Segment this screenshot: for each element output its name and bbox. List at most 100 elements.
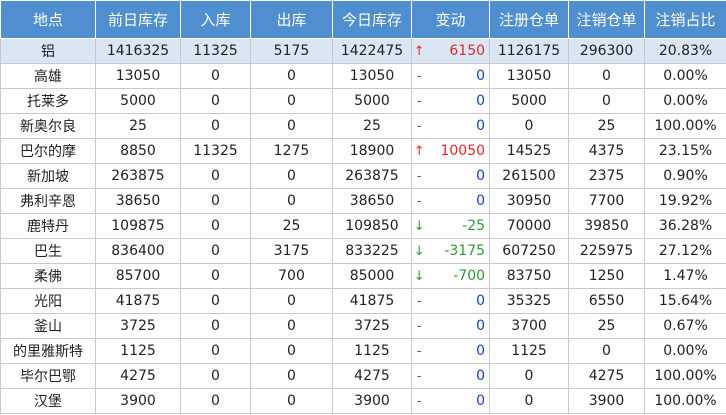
- cell-cancelled: 296300: [568, 38, 646, 64]
- cell-cancelled: 225975: [568, 238, 646, 264]
- cell-prev-stock: 1416325: [95, 38, 181, 64]
- change-arrow-icon: ↑: [411, 138, 426, 164]
- cell-today-stock: 38650: [332, 188, 412, 214]
- cell-cancel-ratio: 0.00%: [644, 338, 726, 364]
- cell-location: 釜山: [0, 313, 96, 339]
- cell-cancelled: 0: [568, 88, 646, 114]
- cell-registered: 70000: [489, 213, 570, 239]
- change-arrow-icon: ↑: [411, 38, 426, 64]
- cell-cancelled: 7700: [568, 188, 646, 214]
- cell-change: 0: [425, 313, 491, 339]
- cell-change: 0: [425, 188, 491, 214]
- cell-change: 0: [425, 63, 491, 89]
- cell-inbound: 11325: [180, 138, 251, 164]
- cell-location: 托莱多: [0, 88, 96, 114]
- cell-change: 0: [425, 388, 491, 414]
- cell-registered: 261500: [489, 163, 570, 189]
- header-prev-stock: 前日库存: [95, 0, 181, 39]
- cell-outbound: 0: [250, 288, 333, 314]
- cell-cancelled: 25: [568, 313, 646, 339]
- cell-cancelled: 0: [568, 63, 646, 89]
- cell-inbound: 11325: [180, 38, 251, 64]
- cell-prev-stock: 3900: [95, 388, 181, 414]
- cell-cancelled: 4375: [568, 138, 646, 164]
- cell-today-stock: 3725: [332, 313, 412, 339]
- cell-cancel-ratio: 36.28%: [644, 213, 726, 239]
- cell-cancelled: 25: [568, 113, 646, 139]
- table-row: 铝 1416325 11325 5175 1422475 ↑ 6150 1126175 2963…: [0, 38, 726, 64]
- header-change: 变动: [410, 0, 491, 39]
- cell-today-stock: 5000: [332, 88, 412, 114]
- inventory-table: 地点 前日库存 入库 出库 今日库存 变动 注册仓单 注销仓单 注销占比 铝 14…: [0, 0, 726, 414]
- cell-today-stock: 1422475: [332, 38, 412, 64]
- table-row: 釜山 3725 0 0 3725-0 3700 25 0.67%: [0, 313, 726, 339]
- table-row: 汉堡 3900 0 0 3900-0 0 3900 100.00%: [0, 388, 726, 414]
- cell-cancel-ratio: 0.00%: [644, 88, 726, 114]
- change-arrow-icon: -: [411, 388, 426, 414]
- cell-location: 巴生: [0, 238, 96, 264]
- cell-prev-stock: 41875: [95, 288, 181, 314]
- cell-location: 的里雅斯特: [0, 338, 96, 364]
- cell-today-stock: 25: [332, 113, 412, 139]
- header-cancel-ratio: 注销占比: [644, 0, 726, 39]
- cell-change: 10050: [425, 138, 491, 164]
- cell-location: 光阳: [0, 288, 96, 314]
- table-row: 托莱多 5000 0 0 5000-0 5000 0 0.00%: [0, 88, 726, 114]
- cell-inbound: 0: [180, 113, 251, 139]
- change-arrow-icon: ↓: [411, 213, 426, 239]
- cell-today-stock: 1125: [332, 338, 412, 364]
- cell-cancel-ratio: 20.83%: [644, 38, 726, 64]
- cell-location: 铝: [0, 38, 96, 64]
- cell-registered: 13050: [489, 63, 570, 89]
- cell-inbound: 0: [180, 238, 251, 264]
- header-row: 地点 前日库存 入库 出库 今日库存 变动 注册仓单 注销仓单 注销占比: [0, 0, 726, 39]
- cell-today-stock: 41875: [332, 288, 412, 314]
- cell-registered: 14525: [489, 138, 570, 164]
- change-arrow-icon: ↓: [411, 238, 426, 264]
- cell-outbound: 0: [250, 388, 333, 414]
- table-row: 毕尔巴鄂 4275 0 0 4275-0 0 4275 100.00%: [0, 363, 726, 389]
- cell-cancel-ratio: 100.00%: [644, 113, 726, 139]
- cell-outbound: 0: [250, 88, 333, 114]
- cell-inbound: 0: [180, 388, 251, 414]
- cell-prev-stock: 4275: [95, 363, 181, 389]
- table-row: 新奥尔良 25 0 0 25-0 0 25 100.00%: [0, 113, 726, 139]
- cell-location: 汉堡: [0, 388, 96, 414]
- cell-registered: 0: [489, 363, 570, 389]
- cell-location: 新加坡: [0, 163, 96, 189]
- cell-prev-stock: 1125: [95, 338, 181, 364]
- cell-change: 0: [425, 338, 491, 364]
- cell-today-stock: 263875: [332, 163, 412, 189]
- cell-outbound: 0: [250, 113, 333, 139]
- table-row: 的里雅斯特 1125 0 0 1125-0 1125 0 0.00%: [0, 338, 726, 364]
- cell-location: 鹿特丹: [0, 213, 96, 239]
- cell-today-stock: 833225: [332, 238, 412, 264]
- cell-inbound: 0: [180, 363, 251, 389]
- cell-prev-stock: 8850: [95, 138, 181, 164]
- cell-cancel-ratio: 23.15%: [644, 138, 726, 164]
- cell-cancelled: 2375: [568, 163, 646, 189]
- change-arrow-icon: -: [411, 338, 426, 364]
- cell-today-stock: 4275: [332, 363, 412, 389]
- cell-prev-stock: 263875: [95, 163, 181, 189]
- cell-outbound: 25: [250, 213, 333, 239]
- cell-inbound: 0: [180, 163, 251, 189]
- cell-cancel-ratio: 0.00%: [644, 63, 726, 89]
- change-arrow-icon: -: [411, 113, 426, 139]
- cell-inbound: 0: [180, 263, 251, 289]
- cell-prev-stock: 5000: [95, 88, 181, 114]
- cell-today-stock: 85000: [332, 263, 412, 289]
- change-arrow-icon: -: [411, 88, 426, 114]
- cell-location: 柔佛: [0, 263, 96, 289]
- cell-registered: 30950: [489, 188, 570, 214]
- table-row: 弗利辛恩 38650 0 0 38650-0 30950 7700 19.92%: [0, 188, 726, 214]
- cell-outbound: 5175: [250, 38, 333, 64]
- table-body: 铝 1416325 11325 5175 1422475 ↑ 6150 1126175 2963…: [0, 38, 726, 414]
- header-today-stock: 今日库存: [332, 0, 412, 39]
- table-row: 鹿特丹 109875 0 25 109850 ↓ -25 70000 39850 36.28%: [0, 213, 726, 239]
- cell-cancel-ratio: 0.90%: [644, 163, 726, 189]
- cell-prev-stock: 13050: [95, 63, 181, 89]
- cell-inbound: 0: [180, 288, 251, 314]
- cell-inbound: 0: [180, 338, 251, 364]
- cell-prev-stock: 38650: [95, 188, 181, 214]
